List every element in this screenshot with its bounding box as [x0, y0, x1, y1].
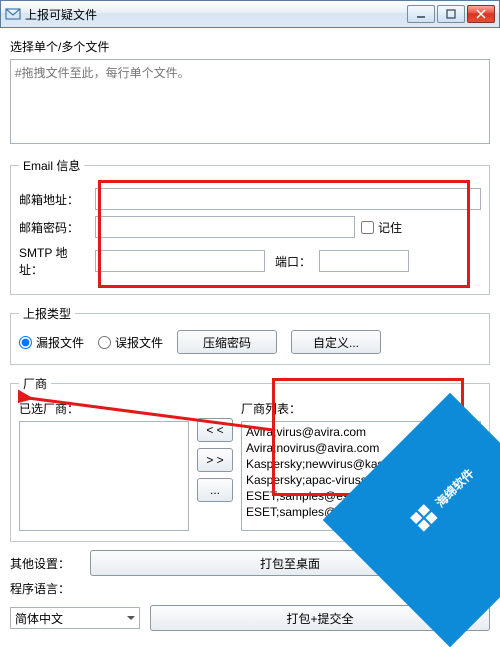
smtp-label: SMTP 地址： [19, 244, 89, 278]
app-icon [5, 6, 21, 22]
miss-radio[interactable]: 漏报文件 [19, 334, 84, 351]
window-title: 上报可疑文件 [25, 6, 407, 23]
uptype-fieldset: 上报类型 漏报文件 误报文件 压缩密码 自定义... [10, 305, 490, 365]
more-button[interactable]: ... [197, 478, 233, 502]
selected-vendor-label: 已选厂商： [19, 400, 189, 417]
files-label: 选择单个/多个文件 [10, 38, 490, 55]
email-addr-input[interactable] [95, 188, 481, 210]
other-label: 其他设置： [10, 555, 80, 572]
remember-check[interactable]: 记住 [361, 219, 402, 236]
move-left-button[interactable]: < < [197, 418, 233, 442]
move-right-button[interactable]: > > [197, 448, 233, 472]
port-label: 端口： [275, 253, 311, 270]
files-textarea[interactable] [10, 59, 490, 144]
watermark-text: 海绵软件 [431, 464, 477, 510]
false-radio[interactable]: 误报文件 [98, 334, 163, 351]
smtp-input[interactable] [95, 250, 265, 272]
email-legend: Email 信息 [19, 157, 84, 174]
false-radio-input[interactable] [98, 336, 111, 349]
remember-checkbox[interactable] [361, 221, 374, 234]
maximize-button[interactable] [437, 5, 465, 23]
email-fieldset: Email 信息 邮箱地址： 邮箱密码： 记住 SMTP 地址： 端口： [10, 157, 490, 295]
port-input[interactable] [319, 250, 409, 272]
language-select[interactable]: 简体中文 [10, 607, 140, 629]
window-buttons [407, 5, 495, 23]
language-value: 简体中文 [15, 610, 63, 627]
close-button[interactable] [467, 5, 495, 23]
uptype-legend: 上报类型 [19, 305, 75, 322]
email-addr-label: 邮箱地址： [19, 191, 89, 208]
email-pass-label: 邮箱密码： [19, 219, 89, 236]
vendor-legend: 厂商 [19, 375, 51, 392]
zip-password-button[interactable]: 压缩密码 [177, 330, 277, 354]
miss-radio-input[interactable] [19, 336, 32, 349]
watermark-icon [405, 500, 442, 537]
custom-button[interactable]: 自定义... [291, 330, 381, 354]
titlebar: 上报可疑文件 [0, 0, 500, 28]
minimize-button[interactable] [407, 5, 435, 23]
email-pass-input[interactable] [95, 216, 355, 238]
selected-vendor-list[interactable] [19, 421, 189, 531]
lang-label: 程序语言： [10, 580, 80, 597]
remember-label: 记住 [378, 219, 402, 236]
